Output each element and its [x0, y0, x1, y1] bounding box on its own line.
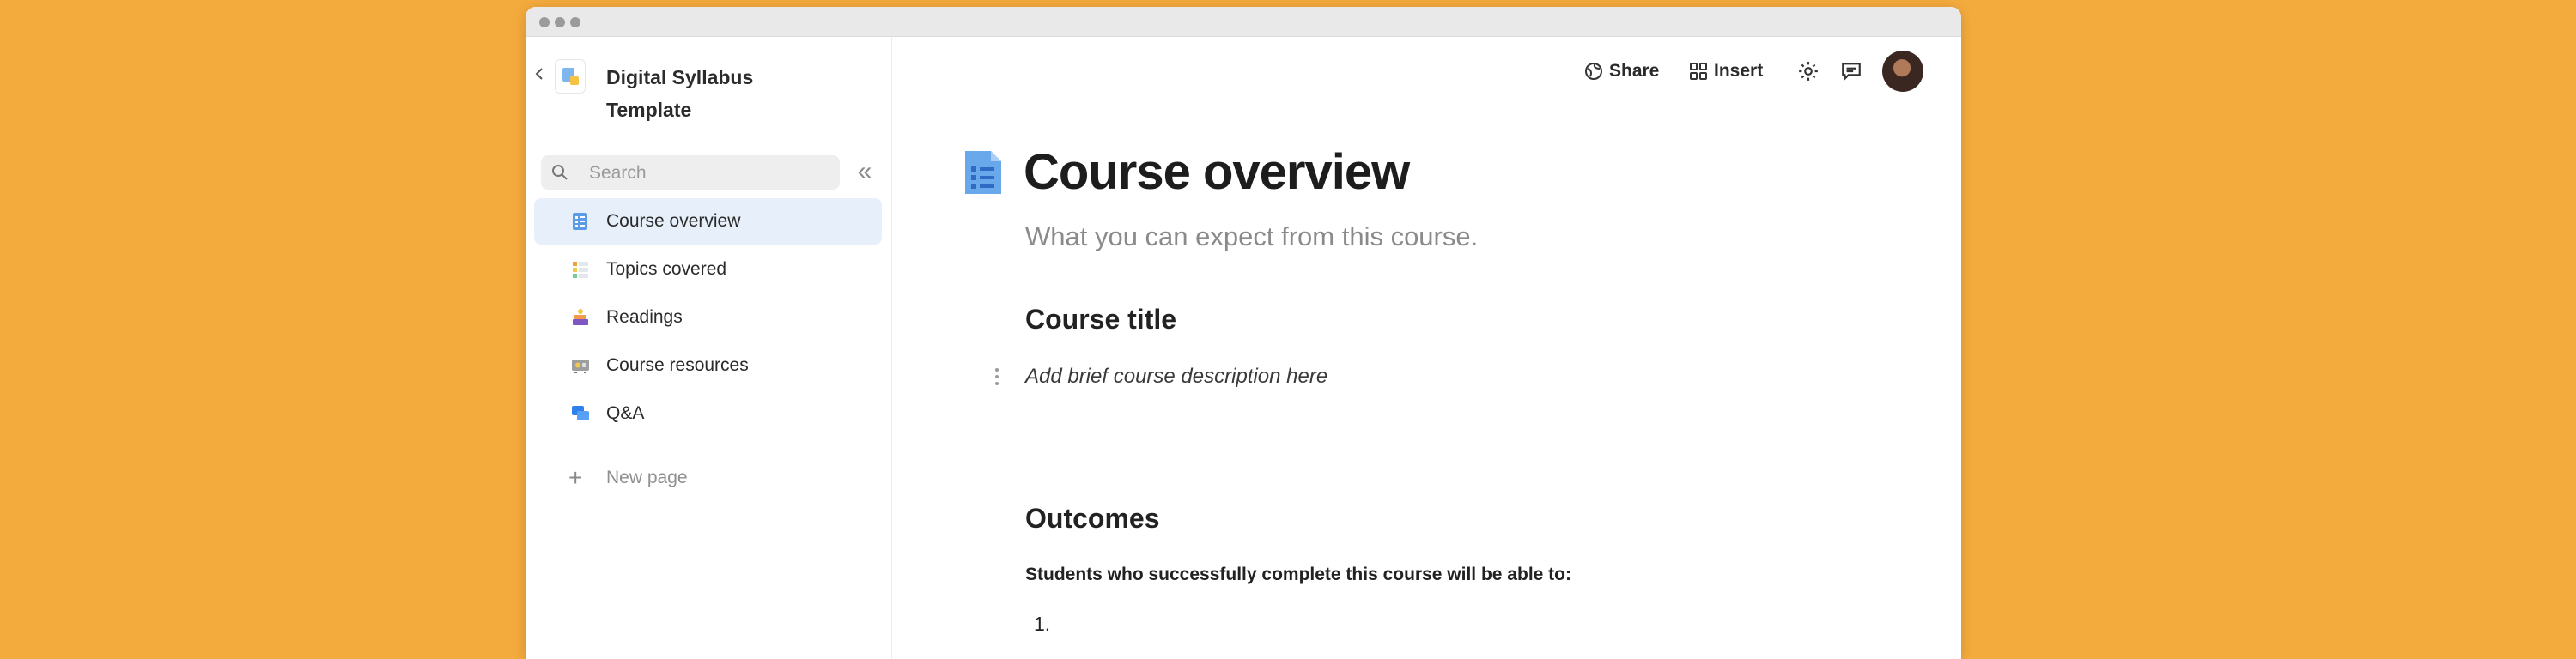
back-chevron-icon[interactable]: [532, 66, 548, 82]
new-page-button[interactable]: + New page: [568, 463, 740, 493]
page-title: Course overview: [1024, 144, 1410, 200]
plus-icon: +: [568, 464, 583, 491]
sidebar-item-label: Q&A: [606, 403, 645, 423]
avatar[interactable]: [1882, 51, 1923, 92]
doc-icon: [555, 59, 586, 94]
sidebar-item-label: Topics covered: [606, 259, 727, 279]
comment-icon: [1842, 63, 1861, 82]
window-control-dot[interactable]: [555, 17, 565, 27]
gear-icon: [1799, 62, 1818, 81]
settings-button[interactable]: [1795, 50, 1822, 93]
app-window: Digital Syllabus Template « Co: [526, 7, 1961, 659]
chat-bubbles-icon: [572, 406, 589, 420]
new-page-label: New page: [606, 468, 688, 487]
comments-button[interactable]: [1838, 50, 1865, 93]
page-list: Course overview Topics covered Readings …: [534, 198, 882, 438]
projector-icon: [572, 360, 589, 373]
section-heading-course-title: Course title: [1025, 304, 1177, 335]
list-doc-icon: [965, 151, 1001, 194]
window-control-dot[interactable]: [539, 17, 550, 27]
list-doc-icon: [573, 213, 587, 230]
search-input[interactable]: [587, 155, 831, 191]
doc-title: Digital Syllabus Template: [606, 66, 754, 121]
sidebar-item-qa[interactable]: Q&A: [534, 390, 882, 437]
window-titlebar: [526, 7, 1961, 37]
books-icon: [573, 309, 588, 325]
top-toolbar: Share Insert: [1582, 50, 1934, 93]
list-item-number[interactable]: 1.: [1034, 609, 1050, 638]
grid-plus-icon: [1690, 63, 1707, 80]
sidebar-item-readings[interactable]: Readings: [534, 294, 882, 341]
sidebar-item-course-overview[interactable]: Course overview: [534, 198, 882, 245]
search-icon: [552, 165, 568, 180]
course-description-text[interactable]: Add brief course description here: [1025, 362, 1327, 391]
insert-button[interactable]: Insert: [1686, 50, 1776, 93]
window-control-dot[interactable]: [570, 17, 580, 27]
drag-handle-icon[interactable]: [993, 366, 1001, 388]
sidebar-item-course-resources[interactable]: Course resources: [534, 342, 882, 389]
collapse-sidebar-icon[interactable]: «: [852, 157, 878, 188]
sidebar-item-topics-covered[interactable]: Topics covered: [534, 246, 882, 293]
sidebar-item-label: Readings: [606, 307, 683, 327]
insert-label: Insert: [1714, 61, 1764, 81]
globe-icon: [1585, 63, 1602, 80]
share-label: Share: [1609, 61, 1660, 81]
section-heading-outcomes: Outcomes: [1025, 503, 1160, 534]
grid-icon: [573, 262, 588, 278]
share-button[interactable]: Share: [1582, 50, 1668, 93]
outcomes-intro: Students who successfully complete this …: [1025, 565, 1571, 584]
sidebar-item-label: Course overview: [606, 211, 741, 231]
sidebar: Digital Syllabus Template « Co: [526, 37, 892, 659]
page-subtitle: What you can expect from this course.: [1025, 221, 1479, 251]
sidebar-item-label: Course resources: [606, 355, 749, 375]
search-box[interactable]: [541, 155, 840, 191]
